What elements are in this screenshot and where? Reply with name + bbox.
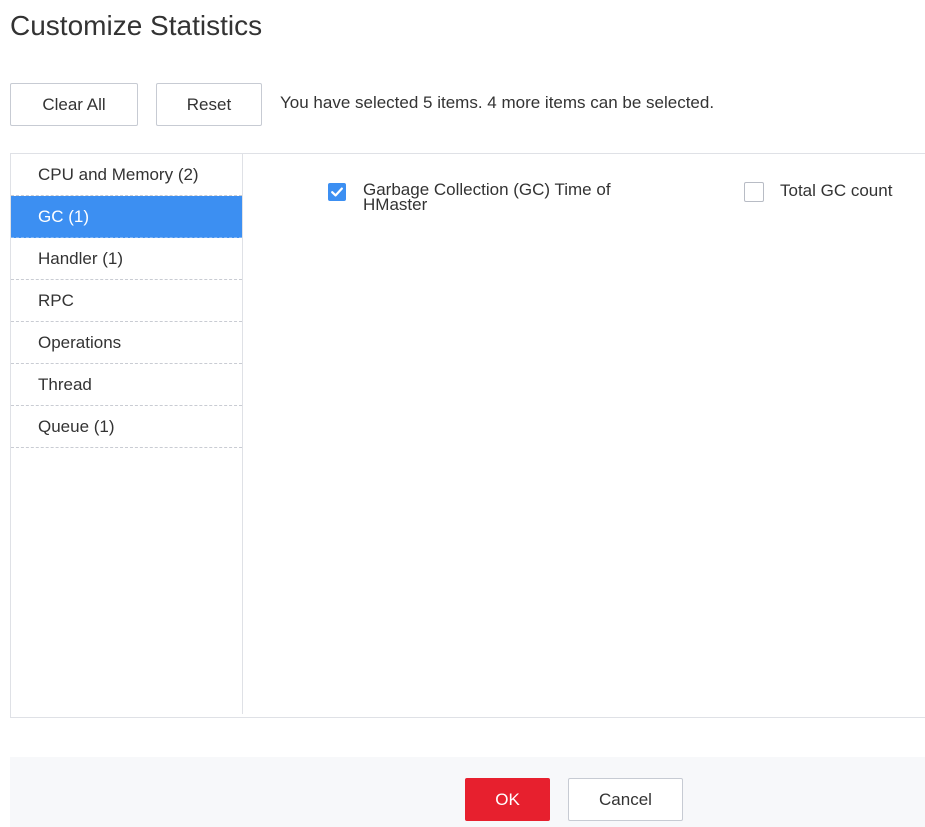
gc-time-label: Garbage Collection (GC) Time of HMaster — [363, 180, 611, 214]
metric-gc-time[interactable]: Garbage Collection (GC) Time of HMaster — [328, 180, 658, 214]
total-gc-count-checkbox[interactable] — [744, 182, 764, 202]
total-gc-count-label: Total GC count — [780, 181, 893, 200]
clear-all-button[interactable]: Clear All — [10, 83, 138, 126]
metrics-area: Garbage Collection (GC) Time of HMaster … — [244, 154, 925, 714]
dialog-title: Customize Statistics — [10, 10, 263, 41]
ok-button[interactable]: OK — [465, 778, 550, 821]
cancel-button[interactable]: Cancel — [568, 778, 683, 821]
category-item-handler[interactable]: Handler (1) — [11, 238, 242, 280]
toolbar: Clear All Reset You have selected 5 item… — [10, 83, 714, 126]
checkmark-icon — [331, 187, 343, 197]
metric-total-gc-count[interactable]: Total GC count — [744, 181, 925, 202]
category-item-rpc[interactable]: RPC — [11, 280, 242, 322]
reset-button[interactable]: Reset — [156, 83, 262, 126]
selection-hint: You have selected 5 items. 4 more items … — [280, 92, 715, 112]
category-item-queue[interactable]: Queue (1) — [11, 406, 242, 448]
category-list: CPU and Memory (2) GC (1) Handler (1) RP… — [11, 154, 243, 714]
category-item-cpu-memory[interactable]: CPU and Memory (2) — [11, 155, 242, 196]
dialog-footer: OK Cancel — [10, 757, 925, 827]
category-item-gc[interactable]: GC (1) — [11, 196, 242, 238]
gc-time-checkbox[interactable] — [328, 183, 346, 201]
category-item-operations[interactable]: Operations — [11, 322, 242, 364]
customize-statistics-dialog: Customize Statistics Clear All Reset You… — [0, 0, 925, 827]
category-item-thread[interactable]: Thread — [11, 364, 242, 406]
statistics-panel: CPU and Memory (2) GC (1) Handler (1) RP… — [10, 153, 925, 718]
